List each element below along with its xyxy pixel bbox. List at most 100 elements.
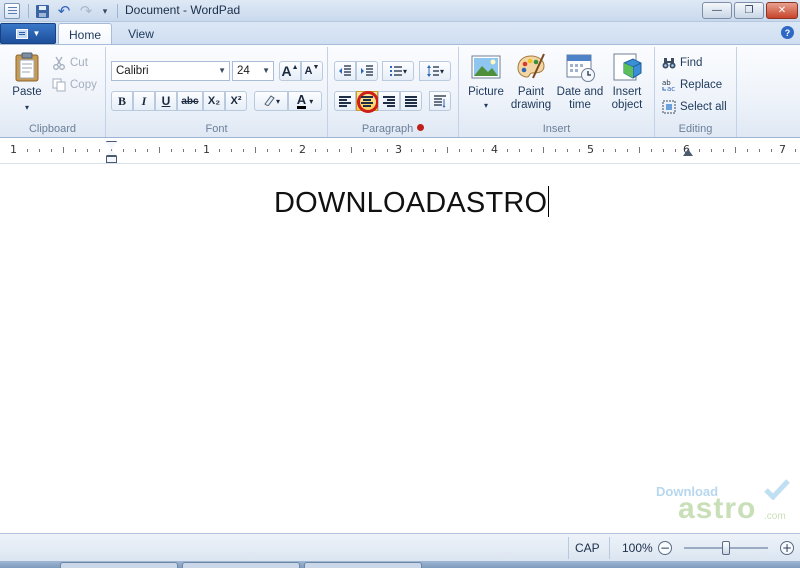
cut-button[interactable]: Cut — [52, 53, 88, 73]
document-body[interactable]: DOWNLOADASTRO — [274, 186, 550, 220]
ruler-tick — [279, 149, 280, 152]
find-button[interactable]: Find — [662, 53, 702, 73]
scissors-icon — [52, 56, 66, 70]
select-all-button[interactable]: Select all — [662, 97, 727, 117]
paste-button[interactable]: Paste ▾ — [8, 51, 46, 114]
ruler-tick — [711, 149, 712, 152]
qat-separator — [28, 4, 29, 18]
status-bar: CAP 100% − + — [0, 533, 800, 561]
ruler-tick — [291, 149, 292, 152]
qat-separator — [117, 4, 118, 18]
superscript-button[interactable]: X² — [225, 91, 247, 111]
italic-button[interactable]: I — [133, 91, 155, 111]
font-family-combo[interactable]: Calibri ▼ — [111, 61, 230, 81]
replace-button[interactable]: ab ac Replace — [662, 75, 722, 95]
dropdown-arrow-icon: ▾ — [102, 5, 108, 16]
zoom-slider-thumb[interactable] — [722, 541, 730, 555]
ruler-tick — [267, 149, 268, 152]
maximize-icon: ❐ — [744, 5, 754, 16]
binoculars-icon — [662, 56, 676, 70]
paint-label: Paint — [517, 86, 545, 98]
paragraph-icon — [433, 94, 447, 108]
wordpad-app-icon[interactable] — [4, 3, 20, 19]
shrink-font-button[interactable]: A ▼ — [301, 61, 323, 81]
time-label: time — [569, 99, 591, 111]
picture-label: Picture — [468, 86, 504, 98]
tab-view[interactable]: View — [116, 23, 166, 45]
ruler-tick — [315, 149, 316, 152]
right-indent-marker[interactable] — [683, 149, 693, 156]
group-label: Font — [205, 123, 228, 135]
subscript-button[interactable]: X₂ — [203, 91, 225, 111]
bullet-list-icon — [389, 64, 403, 78]
line-spacing-button[interactable]: ▾ — [419, 61, 451, 81]
font-size-combo[interactable]: 24 ▼ — [232, 61, 274, 81]
justify-button[interactable] — [400, 91, 422, 111]
subscript-icon: X₂ — [207, 95, 221, 107]
zoom-in-button[interactable]: + — [780, 541, 794, 555]
decrease-indent-button[interactable] — [334, 61, 356, 81]
maximize-button[interactable]: ❐ — [734, 2, 764, 19]
paragraph-group-label: Paragraph — [361, 123, 414, 135]
ruler-tick — [51, 149, 52, 152]
redo-button[interactable]: ↷ — [77, 3, 95, 19]
bullets-button[interactable]: ▾ — [382, 61, 414, 81]
zoom-out-button[interactable]: − — [658, 541, 672, 555]
taskbar-item[interactable] — [182, 562, 300, 568]
help-button[interactable]: ? — [781, 26, 794, 39]
watermark-brand: astro — [678, 492, 757, 525]
left-indent-marker[interactable] — [106, 156, 117, 163]
ruler-tick — [375, 149, 376, 152]
ruler-tick — [543, 147, 544, 153]
align-center-button[interactable] — [356, 91, 379, 113]
chevron-down-icon: ▼ — [218, 66, 226, 75]
ruler-tick — [243, 149, 244, 152]
minimize-button[interactable]: — — [702, 2, 732, 19]
group-label: Editing — [678, 123, 713, 135]
minimize-icon: — — [712, 5, 722, 16]
insert-object-button[interactable]: Insert object — [607, 51, 647, 112]
grow-font-button[interactable]: A ▲ — [279, 61, 301, 81]
save-button[interactable] — [33, 3, 51, 19]
insert-group: Picture ▾ Paint drawing Date and time In… — [459, 47, 655, 137]
text-color-button[interactable]: A ▾ — [288, 91, 322, 111]
customize-qat-button[interactable]: ▾ — [96, 3, 114, 19]
paragraph-dialog-button[interactable] — [429, 91, 451, 111]
zoom-level[interactable]: 100% — [622, 541, 653, 555]
dialog-launcher-icon[interactable] — [417, 124, 425, 131]
align-left-button[interactable] — [334, 91, 356, 111]
ruler[interactable]: 1 1 2 3 4 5 6 7 — [0, 139, 800, 164]
strikethrough-button[interactable]: abc — [177, 91, 203, 111]
underline-button[interactable]: U — [155, 91, 177, 111]
tab-home[interactable]: Home — [58, 23, 112, 45]
ruler-tick — [363, 149, 364, 152]
taskbar-item[interactable] — [60, 562, 178, 568]
paste-icon — [11, 51, 43, 83]
chevron-down-icon: ▾ — [24, 103, 29, 112]
highlight-color-button[interactable]: ▾ — [254, 91, 288, 111]
italic-icon: I — [141, 93, 147, 108]
insert-label: Insert — [612, 86, 642, 98]
application-menu-button[interactable]: ▼ — [0, 23, 56, 44]
undo-button[interactable]: ↶ — [55, 3, 73, 19]
bold-button[interactable]: B — [111, 91, 133, 111]
date-time-button[interactable]: Date and time — [555, 51, 605, 112]
svg-text:ac: ac — [667, 85, 675, 92]
picture-button[interactable]: Picture ▾ — [466, 51, 506, 112]
editing-group: Find ab ac Replace Select all Editing — [655, 47, 737, 137]
document-area[interactable]: DOWNLOADASTRO Download astro .com — [0, 164, 800, 533]
paint-drawing-button[interactable]: Paint drawing — [507, 51, 555, 112]
copy-button[interactable]: Copy — [52, 75, 97, 95]
ruler-number: 7 — [779, 143, 786, 156]
justify-icon — [405, 96, 417, 107]
chevron-down-icon: ▾ — [483, 101, 488, 110]
close-button[interactable]: ✕ — [766, 2, 798, 19]
ruler-tick — [411, 149, 412, 152]
increase-indent-button[interactable] — [356, 61, 378, 81]
align-right-button[interactable] — [378, 91, 400, 111]
taskbar-item[interactable] — [304, 562, 422, 568]
chevron-down-icon: ▾ — [402, 66, 407, 76]
watermark-suffix: .com — [764, 511, 786, 522]
font-group: Calibri ▼ 24 ▼ A ▲ A ▼ B I U abc X₂ X² ▾… — [106, 47, 328, 137]
redo-icon: ↷ — [79, 2, 93, 20]
